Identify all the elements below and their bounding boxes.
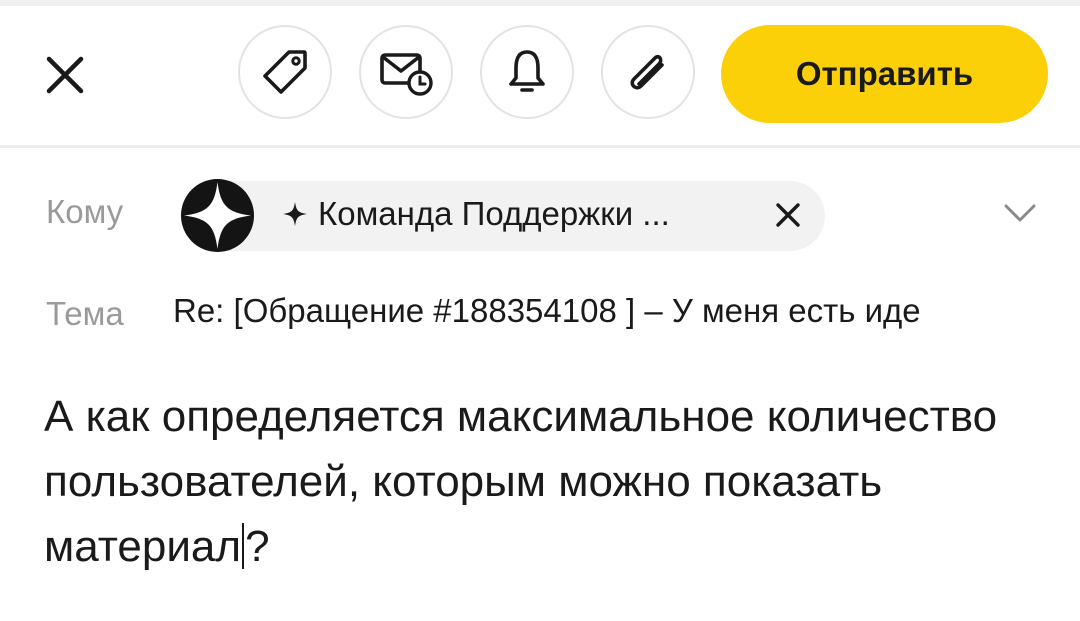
reminder-button[interactable] [480, 25, 574, 119]
message-body[interactable]: А как определяется максимальное количест… [44, 384, 1054, 579]
compose-toolbar: Отправить [0, 6, 1080, 146]
bell-icon [509, 50, 545, 92]
send-button-label: Отправить [795, 55, 974, 92]
chevron-down-icon[interactable] [1000, 198, 1040, 228]
close-icon [46, 56, 84, 94]
paperclip-icon [630, 54, 664, 90]
message-text: А как определяется максимальное количест… [44, 392, 998, 571]
sparkle-icon [283, 202, 307, 226]
recipient-chip-name: Команда Поддержки ... [318, 195, 670, 232]
tag-button[interactable] [238, 25, 332, 119]
attach-button[interactable] [601, 25, 695, 119]
to-label: Кому [46, 193, 124, 230]
subject-field[interactable]: Re: [Обращение #188354108 ] – У меня ест… [173, 292, 1035, 336]
sparkle-logo-icon [180, 178, 255, 253]
toolbar-divider [0, 145, 1080, 148]
text-caret [242, 523, 245, 569]
tag-icon [263, 50, 307, 94]
send-button[interactable]: Отправить [721, 25, 1048, 123]
scheduled-send-button[interactable] [359, 25, 453, 119]
mail-clock-icon [380, 53, 433, 96]
close-button[interactable] [34, 44, 96, 106]
compose-screen: Отправить Кому Команда Поддержки ... Тем… [0, 0, 1080, 621]
remove-recipient-icon[interactable] [770, 197, 806, 233]
message-text-tail: ? [245, 522, 270, 571]
subject-label: Тема [46, 295, 124, 332]
